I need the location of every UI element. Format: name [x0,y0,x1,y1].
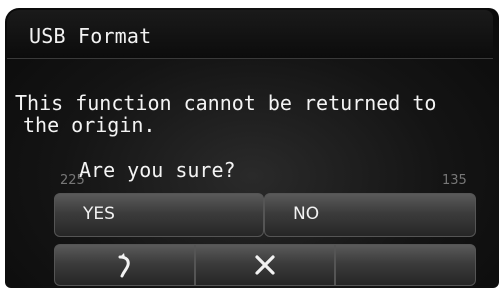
confirm-question: Are you sure? [79,158,236,182]
close-icon [255,255,275,275]
message-line-2: the origin. [23,113,156,137]
dialog-title: USB Format [29,24,152,48]
dial-label-right: 135 [442,173,467,188]
back-arrow-icon [118,253,131,278]
close-button[interactable] [194,244,336,286]
back-button[interactable] [54,244,195,286]
no-button-label: NO [293,204,320,224]
dialog-header: USB Format [7,10,493,59]
no-button[interactable]: NO [264,193,476,237]
empty-slot-button[interactable] [335,244,477,286]
device-screen: USB Format 225 135 This function cannot … [5,8,499,288]
bottom-nav-bar [54,244,477,286]
yes-button[interactable]: YES [54,193,264,237]
yes-button-label: YES [83,204,115,224]
dialog-message: This function cannot be returned to the … [15,92,436,136]
message-line-1: This function cannot be returned to [15,91,437,115]
